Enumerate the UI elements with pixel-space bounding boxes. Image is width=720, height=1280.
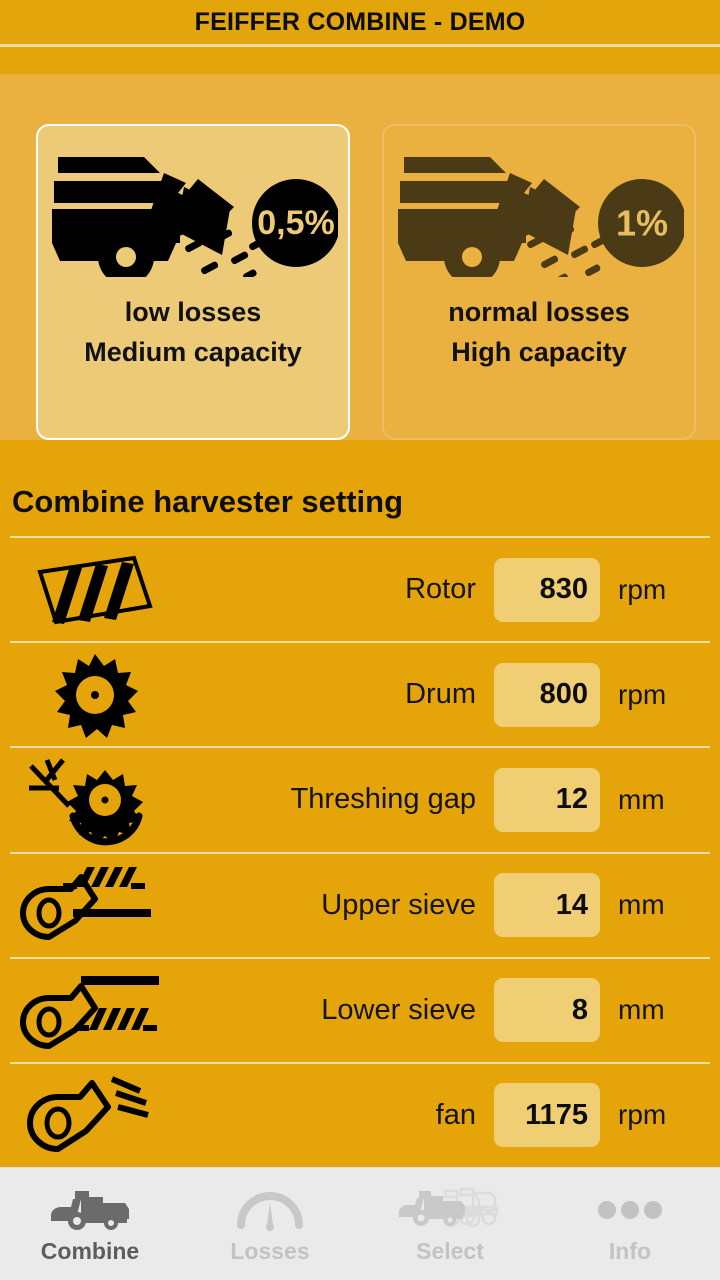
percent-badge-label: 0,5% (257, 204, 335, 242)
setting-unit: mm (618, 994, 665, 1026)
setting-row-upper-sieve[interactable]: Upper sieve 14 mm (0, 854, 720, 957)
mode-card-labels: low losses Medium capacity (84, 292, 302, 372)
title-spacer (0, 47, 720, 74)
setting-unit: rpm (618, 678, 667, 710)
nav-item-info[interactable]: Info (540, 1168, 720, 1280)
mode-card-labels: normal losses High capacity (448, 292, 630, 372)
gauge-icon (227, 1184, 313, 1236)
nav-label-select: Select (416, 1237, 484, 1264)
threshing-gap-icon (10, 754, 180, 846)
setting-value-fan[interactable]: 1175 (494, 1083, 600, 1148)
multi-combine-icon (395, 1184, 505, 1236)
setting-row-fan[interactable]: fan 1175 rpm (0, 1064, 720, 1167)
setting-value-lower-sieve[interactable]: 8 (494, 978, 600, 1043)
nav-item-select[interactable]: Select (360, 1168, 540, 1280)
settings-rows: Rotor 830 rpm Drum 800 rpm Threshing gap… (0, 536, 720, 1167)
combine-grain-loss-icon: 1% (394, 148, 684, 280)
setting-row-drum[interactable]: Drum 800 rpm (0, 643, 720, 746)
setting-unit: rpm (618, 1099, 667, 1131)
mode-card-low-losses[interactable]: 0,5% low losses Medium capacity (36, 124, 350, 440)
setting-row-threshing-gap[interactable]: Threshing gap 12 mm (0, 748, 720, 851)
setting-label: fan (435, 1098, 476, 1131)
title-bar: FEIFFER COMBINE - DEMO (0, 0, 720, 44)
settings-section: Combine harvester setting Rotor 830 rpm … (0, 440, 720, 1167)
nav-item-combine[interactable]: Combine (0, 1168, 180, 1280)
setting-value-threshing-gap[interactable]: 12 (494, 767, 600, 832)
setting-value-rotor[interactable]: 830 (494, 557, 600, 622)
setting-label: Lower sieve (321, 993, 476, 1026)
bottom-navigation: Combine Losses Select Info (0, 1167, 720, 1280)
mode-card-line2: High capacity (451, 337, 627, 367)
nav-label-combine: Combine (40, 1237, 140, 1264)
mode-card-normal-losses[interactable]: 1% normal losses High capacity (382, 124, 696, 440)
setting-label: Rotor (405, 573, 476, 606)
lower-sieve-icon (10, 966, 180, 1054)
combine-grain-loss-icon: 0,5% (48, 148, 338, 280)
setting-unit: rpm (618, 573, 667, 605)
setting-unit: mm (618, 783, 665, 815)
page-title: FEIFFER COMBINE - DEMO (194, 7, 526, 36)
app-root: FEIFFER COMBINE - DEMO 0,5% low losses M… (0, 0, 720, 1280)
setting-label: Upper sieve (321, 888, 476, 921)
percent-badge-label: 1% (616, 203, 668, 244)
rotor-icon (10, 550, 180, 630)
setting-unit: mm (618, 889, 665, 921)
setting-label: Threshing gap (290, 783, 476, 816)
mode-card-line1: low losses (124, 297, 262, 327)
setting-row-lower-sieve[interactable]: Lower sieve 8 mm (0, 959, 720, 1062)
three-dots-icon (595, 1184, 665, 1236)
nav-label-info: Info (608, 1237, 652, 1264)
mode-selection-panel: 0,5% low losses Medium capacity 1% norma… (0, 74, 720, 440)
nav-item-losses[interactable]: Losses (180, 1168, 360, 1280)
setting-value-upper-sieve[interactable]: 14 (494, 873, 600, 938)
combine-icon (47, 1184, 133, 1236)
nav-label-losses: Losses (230, 1237, 310, 1264)
mode-card-line1: normal losses (448, 297, 630, 327)
setting-label: Drum (405, 678, 476, 711)
upper-sieve-icon (10, 861, 180, 949)
mode-card-line2: Medium capacity (84, 337, 302, 367)
drum-icon (10, 650, 180, 740)
setting-row-rotor[interactable]: Rotor 830 rpm (0, 538, 720, 641)
settings-heading: Combine harvester setting (12, 484, 404, 519)
fan-icon (10, 1069, 180, 1161)
setting-value-drum[interactable]: 800 (494, 662, 600, 727)
